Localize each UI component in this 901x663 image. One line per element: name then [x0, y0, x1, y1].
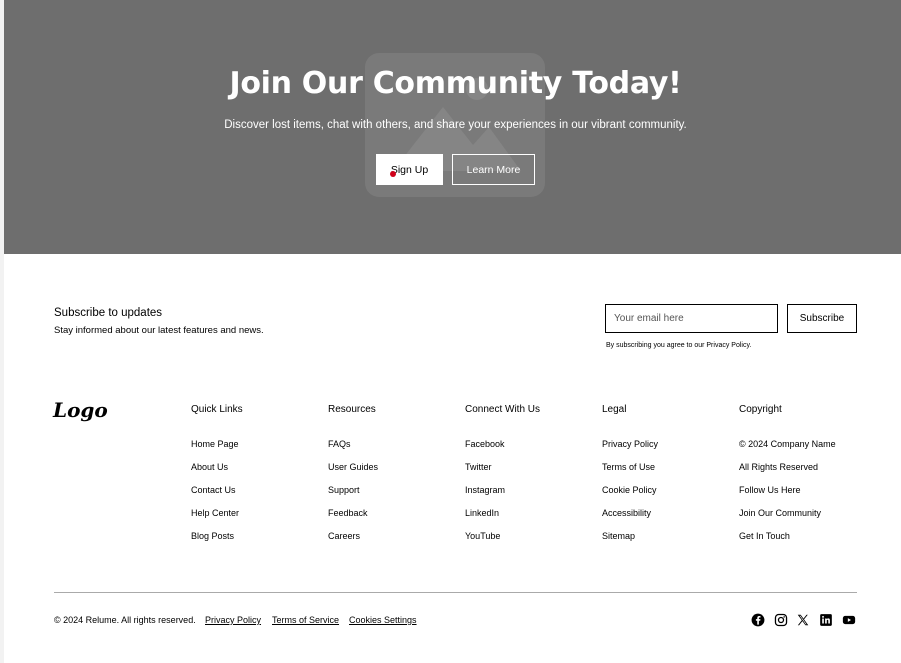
footer-divider	[54, 592, 857, 593]
column-title: Resources	[328, 404, 376, 415]
footer-column-copyright: Copyright © 2024 Company Name All Rights…	[739, 404, 836, 554]
subscribe-button[interactable]: Subscribe	[787, 304, 857, 333]
footer-text: All Rights Reserved	[739, 462, 819, 472]
learn-more-label: Learn More	[466, 163, 521, 176]
footer-link[interactable]: Blog Posts	[191, 531, 243, 554]
learn-more-button[interactable]: Learn More	[452, 154, 535, 185]
sign-up-button[interactable]: Sign Up	[376, 154, 443, 185]
footer-link[interactable]: Sitemap	[602, 531, 658, 554]
column-title: Connect With Us	[465, 404, 541, 415]
footer-column-quick-links: Quick Links Home Page About Us Contact U…	[191, 404, 243, 554]
footer-column-connect: Connect With Us Facebook Twitter Instagr…	[465, 404, 540, 554]
footer-link[interactable]: About Us	[191, 462, 243, 485]
hero-subtitle: Discover lost items, chat with others, a…	[224, 119, 687, 131]
footer-link[interactable]: Home Page	[191, 439, 243, 462]
footer-logo[interactable]: Logo	[53, 398, 108, 422]
footer-link[interactable]: Twitter	[465, 462, 540, 485]
footer-link[interactable]: Support	[328, 485, 378, 508]
footer-link[interactable]: User Guides	[328, 462, 378, 485]
facebook-icon[interactable]	[751, 613, 765, 627]
footer-link[interactable]: Help Center	[191, 508, 243, 531]
footer-link[interactable]: Facebook	[465, 439, 540, 462]
instagram-icon[interactable]	[774, 613, 788, 627]
newsletter-title: Subscribe to updates	[54, 307, 163, 319]
youtube-icon[interactable]	[842, 613, 856, 627]
cookies-settings-link[interactable]: Cookies Settings	[349, 615, 417, 625]
newsletter-subtitle: Stay informed about our latest features …	[54, 325, 264, 336]
linkedin-icon[interactable]	[819, 613, 833, 627]
x-icon[interactable]	[796, 613, 810, 627]
footer-link[interactable]: Get In Touch	[739, 531, 836, 554]
hero-section: Join Our Community Today! Discover lost …	[4, 0, 901, 254]
sign-up-label: Sign Up	[390, 163, 429, 176]
email-input[interactable]	[605, 304, 778, 333]
footer-link[interactable]: Privacy Policy	[602, 439, 658, 462]
footer-link[interactable]: Contact Us	[191, 485, 243, 508]
terms-of-service-link[interactable]: Terms of Service	[272, 615, 339, 625]
footer-link[interactable]: Follow Us Here	[739, 485, 836, 508]
column-title: Quick Links	[191, 404, 243, 415]
hero-title: Join Our Community Today!	[229, 66, 682, 101]
cursor-dot	[390, 171, 396, 177]
footer-link[interactable]: Accessibility	[602, 508, 658, 531]
footer-link[interactable]: YouTube	[465, 531, 540, 554]
footer-copyright: © 2024 Relume. All rights reserved.	[54, 615, 196, 625]
footer-link[interactable]: LinkedIn	[465, 508, 540, 531]
footer-link[interactable]: Terms of Use	[602, 462, 658, 485]
footer-link[interactable]: Feedback	[328, 508, 378, 531]
column-title: Legal	[602, 404, 627, 415]
footer-text: © 2024 Company Name	[739, 439, 836, 449]
footer-column-resources: Resources FAQs User Guides Support Feedb…	[328, 404, 378, 554]
footer-link[interactable]: Cookie Policy	[602, 485, 658, 508]
footer-column-legal: Legal Privacy Policy Terms of Use Cookie…	[602, 404, 658, 554]
footer-link[interactable]: Join Our Community	[739, 508, 836, 531]
footer-link[interactable]: Careers	[328, 531, 378, 554]
privacy-policy-link[interactable]: Privacy Policy	[205, 615, 261, 625]
footer-link[interactable]: FAQs	[328, 439, 378, 462]
footer-link[interactable]: Instagram	[465, 485, 540, 508]
column-title: Copyright	[739, 404, 782, 415]
newsletter-note: By subscribing you agree to our Privacy …	[606, 342, 752, 349]
